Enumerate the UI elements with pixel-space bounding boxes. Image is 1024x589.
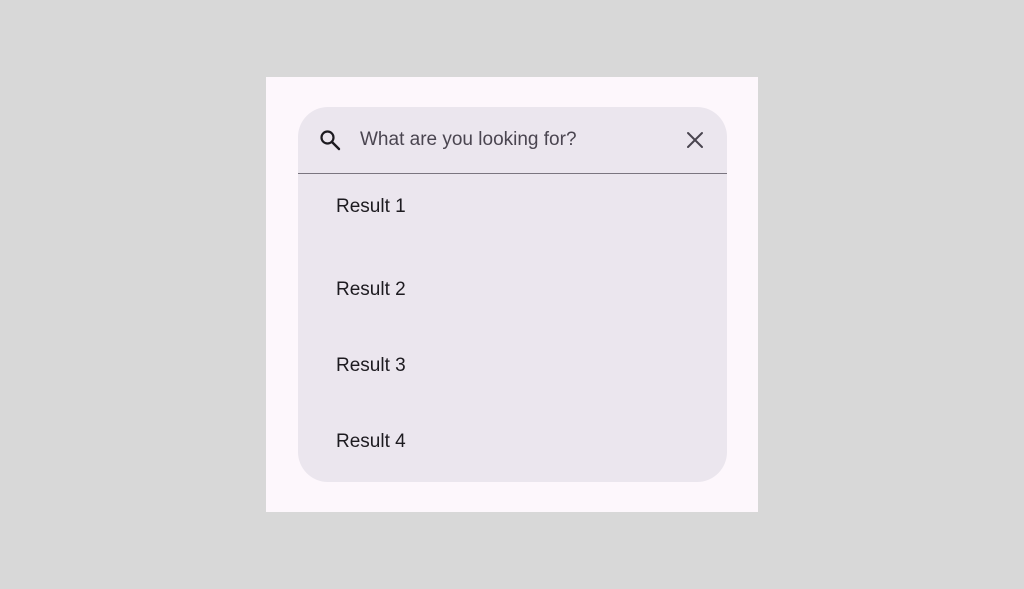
search-input[interactable] [360, 125, 660, 155]
search-view: Result 1 Result 2 Result 3 Result 4 [298, 107, 727, 482]
list-item[interactable]: Result 4 [298, 403, 727, 480]
list-item[interactable]: Result 3 [298, 327, 727, 404]
app-surface: Result 1 Result 2 Result 3 Result 4 [266, 77, 758, 512]
search-icon [320, 130, 341, 151]
close-icon[interactable] [683, 128, 707, 152]
search-results-list: Result 1 Result 2 Result 3 Result 4 [298, 174, 727, 480]
list-item[interactable]: Result 2 [298, 251, 727, 328]
search-bar [298, 107, 727, 174]
list-item[interactable]: Result 1 [298, 168, 727, 246]
